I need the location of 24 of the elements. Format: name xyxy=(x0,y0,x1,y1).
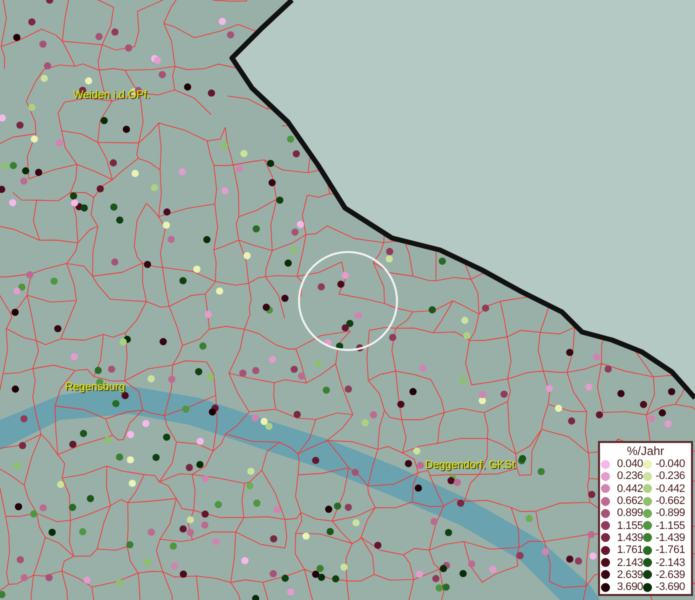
legend-value: -0.236 xyxy=(654,470,685,482)
legend-title: %/Jahr xyxy=(626,445,666,458)
city-label: Regensburg xyxy=(65,381,125,393)
legend-value: -3.690 xyxy=(654,581,685,594)
legend-value: 0.662 xyxy=(616,495,643,508)
legend-value: 1.155 xyxy=(616,520,643,532)
legend-value: 0.442 xyxy=(616,482,643,495)
legend-value: -0.899 xyxy=(654,507,685,520)
legend-value: 2.143 xyxy=(616,556,643,569)
legend-value: -2.639 xyxy=(654,568,685,581)
legend-value: -0.662 xyxy=(654,495,685,508)
legend-value: -2.143 xyxy=(654,556,685,569)
legend-value: 0.040 xyxy=(616,458,643,470)
legend-value: 1.761 xyxy=(616,544,643,556)
legend-value: -1.439 xyxy=(654,532,685,544)
legend-value: -0.442 xyxy=(654,482,685,495)
legend-value: 0.236 xyxy=(616,470,643,482)
legend-value: 2.639 xyxy=(616,568,643,581)
legend-value: 3.690 xyxy=(616,581,643,594)
legend-value: -0.040 xyxy=(654,458,685,470)
legend-value: -1.761 xyxy=(654,544,685,556)
legend-value: 1.439 xyxy=(616,532,643,544)
legend-value: -1.155 xyxy=(654,520,685,532)
legend-value: 0.899 xyxy=(616,507,643,520)
